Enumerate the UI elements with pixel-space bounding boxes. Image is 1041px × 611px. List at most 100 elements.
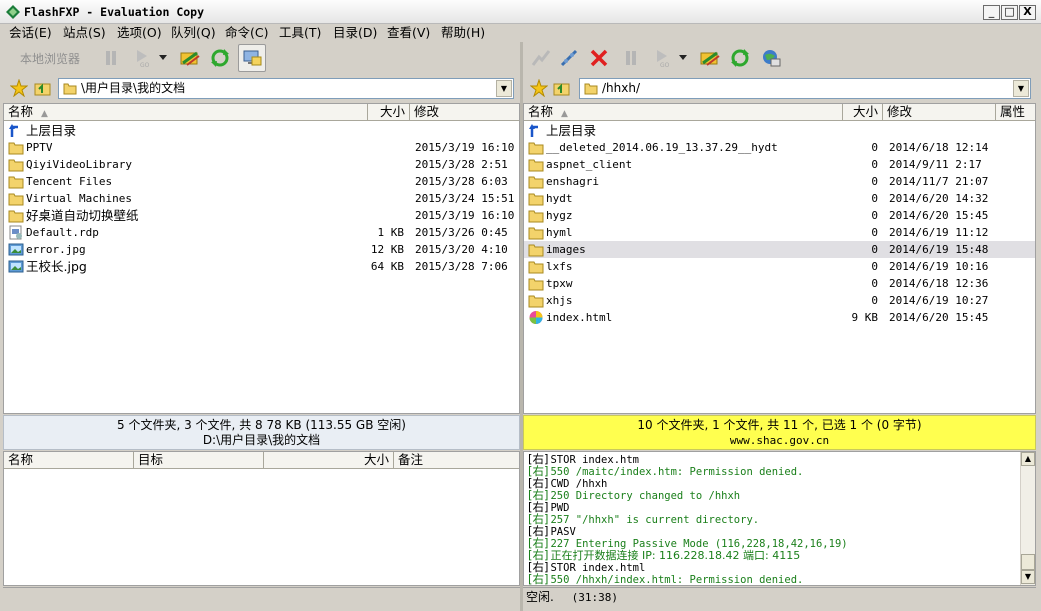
right-col-modified[interactable]: 修改 xyxy=(883,104,996,121)
file-row[interactable]: hydt 0 2014/6/20 14:32 xyxy=(524,190,1035,207)
refresh-button-right[interactable] xyxy=(727,44,753,72)
scroll-up-button[interactable]: ▲ xyxy=(1021,452,1035,466)
queue-col-size[interactable]: 大小 xyxy=(264,452,394,469)
maximize-button[interactable]: □ xyxy=(1001,5,1018,20)
queue-col-name[interactable]: 名称 xyxy=(4,452,134,469)
left-col-modified[interactable]: 修改 xyxy=(410,104,519,121)
file-name: __deleted_2014.06.19_13.37.29__hydt xyxy=(546,141,778,154)
file-row[interactable]: enshagri 0 2014/11/7 21:07 xyxy=(524,173,1035,190)
file-row[interactable]: xhjs 0 2014/6/19 10:27 xyxy=(524,292,1035,309)
file-row[interactable]: tpxw 0 2014/6/18 12:36 xyxy=(524,275,1035,292)
connect-button-right[interactable] xyxy=(697,44,723,72)
right-path-field[interactable]: /hhxh/ ▼ xyxy=(579,78,1031,99)
file-row[interactable]: __deleted_2014.06.19_13.37.29__hydt 0 2014… xyxy=(524,139,1035,156)
log-text: 250 Directory changed to /hhxh xyxy=(550,490,741,502)
menu-help[interactable]: 帮助(H) xyxy=(441,24,485,41)
disconnect-button[interactable] xyxy=(586,44,612,72)
file-name: aspnet_client xyxy=(546,158,633,171)
html-icon xyxy=(529,311,543,324)
connect-ftp-button[interactable] xyxy=(528,44,554,72)
lightning-icon xyxy=(531,50,551,66)
right-col-size[interactable]: 大小 xyxy=(843,104,883,121)
favorites-star-icon-right[interactable] xyxy=(530,79,548,97)
log-scrollbar[interactable]: ▲ ▼ xyxy=(1020,452,1035,585)
menu-queue[interactable]: 队列(Q) xyxy=(171,24,216,41)
menu-session[interactable]: 会话(E) xyxy=(9,24,52,41)
svg-text:GO: GO xyxy=(660,62,670,68)
menu-tools[interactable]: 工具(T) xyxy=(279,24,321,41)
log-prefix: [右] xyxy=(528,572,549,586)
folder-icon xyxy=(8,159,24,172)
file-size: 1 KB xyxy=(377,226,405,239)
menu-sites[interactable]: 站点(S) xyxy=(63,24,106,41)
file-row[interactable]: aspnet_client 0 2014/9/11 2:17 xyxy=(524,156,1035,173)
refresh-icon xyxy=(211,49,229,67)
connect-button-left[interactable] xyxy=(177,44,203,72)
parent-folder-icon-right[interactable] xyxy=(553,79,571,97)
computer-icon xyxy=(243,50,262,66)
close-button[interactable]: X xyxy=(1019,5,1036,20)
queue-col-note[interactable]: 备注 xyxy=(394,452,519,469)
menu-directory[interactable]: 目录(D) xyxy=(333,24,377,41)
left-path-dropdown[interactable]: ▼ xyxy=(496,80,512,97)
right-file-list[interactable]: 名称 ▲ 大小 修改 属性 上层目录 __deleted_2014.06.19_13… xyxy=(523,103,1036,414)
transfer-dropdown-left[interactable] xyxy=(156,44,170,72)
right-col-attributes[interactable]: 属性 xyxy=(996,104,1035,121)
parent-directory-row[interactable]: 上层目录 xyxy=(4,122,519,139)
menu-view[interactable]: 查看(V) xyxy=(387,24,430,41)
pause-button-left[interactable] xyxy=(98,44,124,72)
left-file-list[interactable]: 名称 ▲ 大小 修改 上层目录 PPTV 2015/3/19 16:10 QiyiVid… xyxy=(3,103,520,414)
local-browser-button[interactable] xyxy=(238,44,266,72)
dropdown-arrow-icon xyxy=(679,55,687,60)
file-size: 0 xyxy=(871,277,878,290)
folder-icon xyxy=(584,83,598,95)
file-row[interactable]: index.html 9 KB 2014/6/20 15:45 xyxy=(524,309,1035,326)
play-icon: GO xyxy=(657,50,670,68)
file-row[interactable]: lxfs 0 2014/6/19 10:16 xyxy=(524,258,1035,275)
session-log[interactable]: [右] STOR index.htm [右] 550 /maitc/index.htm… xyxy=(523,451,1036,586)
parent-folder-icon-left[interactable] xyxy=(34,79,52,97)
file-row[interactable]: QiyiVideoLibrary 2015/3/28 2:51 xyxy=(4,156,519,173)
left-path-field[interactable]: \用户目录\我的文档 ▼ xyxy=(58,78,514,99)
file-modified: 2015/3/28 6:03 xyxy=(415,175,508,188)
pause-button-right[interactable] xyxy=(618,44,644,72)
file-row[interactable]: PPTV 2015/3/19 16:10 xyxy=(4,139,519,156)
title-bar: FlashFXP - Evaluation Copy _ □ X xyxy=(0,0,1041,24)
file-row[interactable]: hygz 0 2014/6/20 15:45 xyxy=(524,207,1035,224)
file-size: 0 xyxy=(871,158,878,171)
file-name: index.html xyxy=(546,311,613,324)
file-row[interactable]: Virtual Machines 2015/3/24 15:51 xyxy=(4,190,519,207)
favorites-star-icon-left[interactable] xyxy=(10,79,28,97)
left-col-size[interactable]: 大小 xyxy=(368,104,410,121)
scroll-thumb[interactable] xyxy=(1021,554,1035,570)
right-status-summary: 10 个文件夹, 1 个文件, 共 11 个, 已选 1 个 (0 字节) xyxy=(637,418,922,432)
refresh-button-left[interactable] xyxy=(207,44,233,72)
left-col-name[interactable]: 名称 ▲ xyxy=(4,104,368,121)
file-row[interactable]: 王校长.jpg 64 KB 2015/3/28 7:06 xyxy=(4,258,519,275)
transfer-button-left[interactable]: GO xyxy=(130,44,156,72)
menu-bar: 会话(E) 站点(S) 选项(O) 队列(Q) 命令(C) 工具(T) 目录(D… xyxy=(0,24,1041,42)
scroll-down-button[interactable]: ▼ xyxy=(1021,570,1035,584)
file-row[interactable]: hyml 0 2014/6/19 11:12 xyxy=(524,224,1035,241)
right-path-dropdown[interactable]: ▼ xyxy=(1013,80,1029,97)
right-col-name[interactable]: 名称 ▲ xyxy=(524,104,843,121)
menu-options[interactable]: 选项(O) xyxy=(117,24,162,41)
minimize-button[interactable]: _ xyxy=(983,5,1000,20)
transfer-queue[interactable]: 名称 目标 大小 备注 xyxy=(3,451,520,586)
file-row[interactable]: images 0 2014/6/19 15:48 xyxy=(524,241,1035,258)
parent-directory-row[interactable]: 上层目录 xyxy=(524,122,1035,139)
transfer-dropdown-right[interactable] xyxy=(676,44,690,72)
file-row[interactable]: 好桌道自动切换壁纸 2015/3/19 16:10 xyxy=(4,207,519,224)
menu-commands[interactable]: 命令(C) xyxy=(225,24,268,41)
file-row[interactable]: Tencent Files 2015/3/28 6:03 xyxy=(4,173,519,190)
pane-splitter[interactable] xyxy=(520,42,523,611)
transfer-button-right[interactable]: GO xyxy=(650,44,676,72)
site-manager-button[interactable] xyxy=(758,44,784,72)
file-row[interactable]: error.jpg 12 KB 2015/3/20 4:10 xyxy=(4,241,519,258)
folder-icon xyxy=(528,159,544,172)
queue-col-target[interactable]: 目标 xyxy=(134,452,264,469)
quick-connect-button[interactable] xyxy=(556,44,582,72)
file-modified: 2014/6/19 10:16 xyxy=(889,260,989,273)
file-modified: 2014/6/20 15:45 xyxy=(889,209,989,222)
file-row[interactable]: Default.rdp 1 KB 2015/3/26 0:45 xyxy=(4,224,519,241)
